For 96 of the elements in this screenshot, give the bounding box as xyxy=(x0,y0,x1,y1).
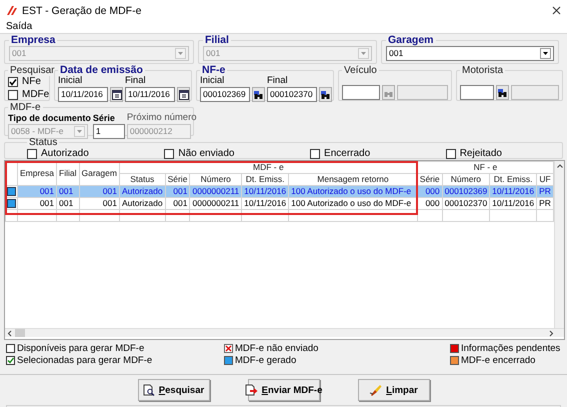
table-cell: 10/11/2016 xyxy=(242,186,289,198)
input-field[interactable] xyxy=(460,85,494,100)
legend-label: MDF-e gerado xyxy=(235,355,296,366)
checkbox[interactable] xyxy=(310,148,320,158)
calendar-button[interactable] xyxy=(110,87,123,102)
table-row[interactable]: 001 001 001 Autorizado 001 0000000211 10/11/2016 100 Autorizado o uso do MDF-e 000 000102370 10/11/2016 PR xyxy=(6,198,554,210)
search-button[interactable] xyxy=(496,85,509,100)
calendar-icon xyxy=(178,90,188,100)
group-title: MDF-e xyxy=(9,102,42,113)
group-title: Motorista xyxy=(461,65,504,76)
field-label: Inicial xyxy=(58,76,84,86)
table-cell: 0000000211 xyxy=(190,198,242,210)
checkbox-label: NFe xyxy=(22,76,41,87)
checkbox-label: Encerrado xyxy=(324,148,370,159)
checkbox-label: Não enviado xyxy=(178,148,234,159)
legend-label: Informações pendentes xyxy=(461,343,560,354)
input-field[interactable] xyxy=(342,85,380,100)
date-field[interactable]: 10/11/2016 xyxy=(58,87,108,102)
checkbox[interactable] xyxy=(446,148,456,158)
legend-label: MDF-e não enviado xyxy=(235,343,318,354)
display-field xyxy=(397,85,448,100)
table-row[interactable]: 001 001 001 Autorizado 001 0000000211 10/11/2016 100 Autorizado o uso do MDF-e 000 000102369 10/11/2016 PR xyxy=(6,186,554,198)
display-field xyxy=(511,85,559,100)
group-title: Status xyxy=(28,137,58,148)
table-cell: 001 xyxy=(18,198,57,210)
cross-icon xyxy=(224,344,233,353)
group-title: Empresa xyxy=(10,35,56,46)
binoculars-icon xyxy=(320,90,331,100)
table-cell: 001 xyxy=(165,198,190,210)
field-label: Próximo número xyxy=(126,113,197,123)
check-icon xyxy=(9,78,17,86)
field-label: Inicial xyxy=(200,76,226,86)
table-cell: 001 xyxy=(56,198,79,210)
table-cell: Autorizado xyxy=(119,186,166,198)
checkbox-label: Autorizado xyxy=(41,148,89,159)
calendar-button[interactable] xyxy=(177,87,190,102)
brush-icon xyxy=(369,384,382,396)
close-icon[interactable] xyxy=(552,6,561,15)
window-title: EST - Geração de MDF-e xyxy=(22,4,142,16)
checkbox[interactable] xyxy=(8,76,18,86)
date-field[interactable]: 10/11/2016 xyxy=(125,87,175,102)
scroll-thumb[interactable] xyxy=(15,329,25,337)
table-cell: Autorizado xyxy=(119,198,166,210)
horizontal-scrollbar[interactable] xyxy=(5,328,564,337)
binoculars-icon xyxy=(497,88,508,98)
column-header[interactable]: Dt. Emiss. xyxy=(490,174,537,186)
checkbox[interactable] xyxy=(8,90,18,100)
binoculars-icon xyxy=(253,90,264,100)
column-group-header: NF - e xyxy=(417,162,554,174)
checkbox-icon xyxy=(6,344,15,353)
table-cell: 10/11/2016 xyxy=(242,198,289,210)
legend-label: MDF-e encerrado xyxy=(461,355,536,366)
document-arrow-icon xyxy=(244,384,258,396)
calendar-icon xyxy=(112,90,122,100)
vertical-scrollbar[interactable] xyxy=(554,161,564,328)
field-label: Tipo de documento xyxy=(8,113,91,123)
search-button[interactable] xyxy=(319,87,332,102)
checkbox-checked-icon xyxy=(6,356,15,365)
checkbox[interactable] xyxy=(27,148,37,158)
field-label: Final xyxy=(125,76,147,86)
number-field[interactable]: 000102369 xyxy=(200,87,250,102)
group-title: Veículo xyxy=(343,65,378,76)
column-header[interactable]: Dt. Emiss. xyxy=(242,174,289,186)
action-button[interactable]: Limpar xyxy=(358,379,430,401)
input-field[interactable]: 1 xyxy=(92,124,125,139)
search-button[interactable] xyxy=(252,87,265,102)
table-cell: 001 xyxy=(79,198,120,210)
legend-label: Disponíveis para gerar MDF-e xyxy=(17,343,144,354)
table-cell: 100 Autorizado o uso do MDF-e xyxy=(288,186,418,198)
group-title: Filial xyxy=(204,35,230,46)
action-button[interactable]: Enviar MDF-e xyxy=(248,379,320,401)
column-header[interactable]: Mensagem retorno xyxy=(288,174,418,186)
number-field[interactable]: 000102370 xyxy=(267,87,317,102)
document-search-icon xyxy=(142,384,155,396)
menu-item[interactable]: Saída xyxy=(6,21,32,33)
legend-label: Selecionadas para gerar MDF-e xyxy=(17,355,152,366)
group-title: NF-e xyxy=(201,65,226,76)
action-button[interactable]: Pesquisar xyxy=(138,379,210,401)
group-title: Pesquisar xyxy=(9,65,56,76)
dropdown[interactable]: 001 xyxy=(386,46,554,61)
checkbox-label: MDFe xyxy=(22,89,50,100)
column-header[interactable]: Número xyxy=(442,174,490,186)
field-label: Série xyxy=(92,113,116,123)
column-header[interactable]: Status xyxy=(119,174,166,186)
checkbox[interactable] xyxy=(164,148,174,158)
group-title: Garagem xyxy=(387,35,435,46)
group-title: Data de emissão xyxy=(59,65,144,76)
field-label: Final xyxy=(267,76,289,86)
table-cell: 10/11/2016 xyxy=(490,186,537,198)
logo-icon xyxy=(6,5,17,16)
table-cell: 0000000211 xyxy=(190,186,242,198)
table-cell: 000102370 xyxy=(442,198,490,210)
table-cell: 10/11/2016 xyxy=(490,198,537,210)
checkbox-label: Rejeitado xyxy=(460,148,502,159)
column-header[interactable]: Número xyxy=(190,174,242,186)
table-cell: 000102369 xyxy=(442,186,490,198)
